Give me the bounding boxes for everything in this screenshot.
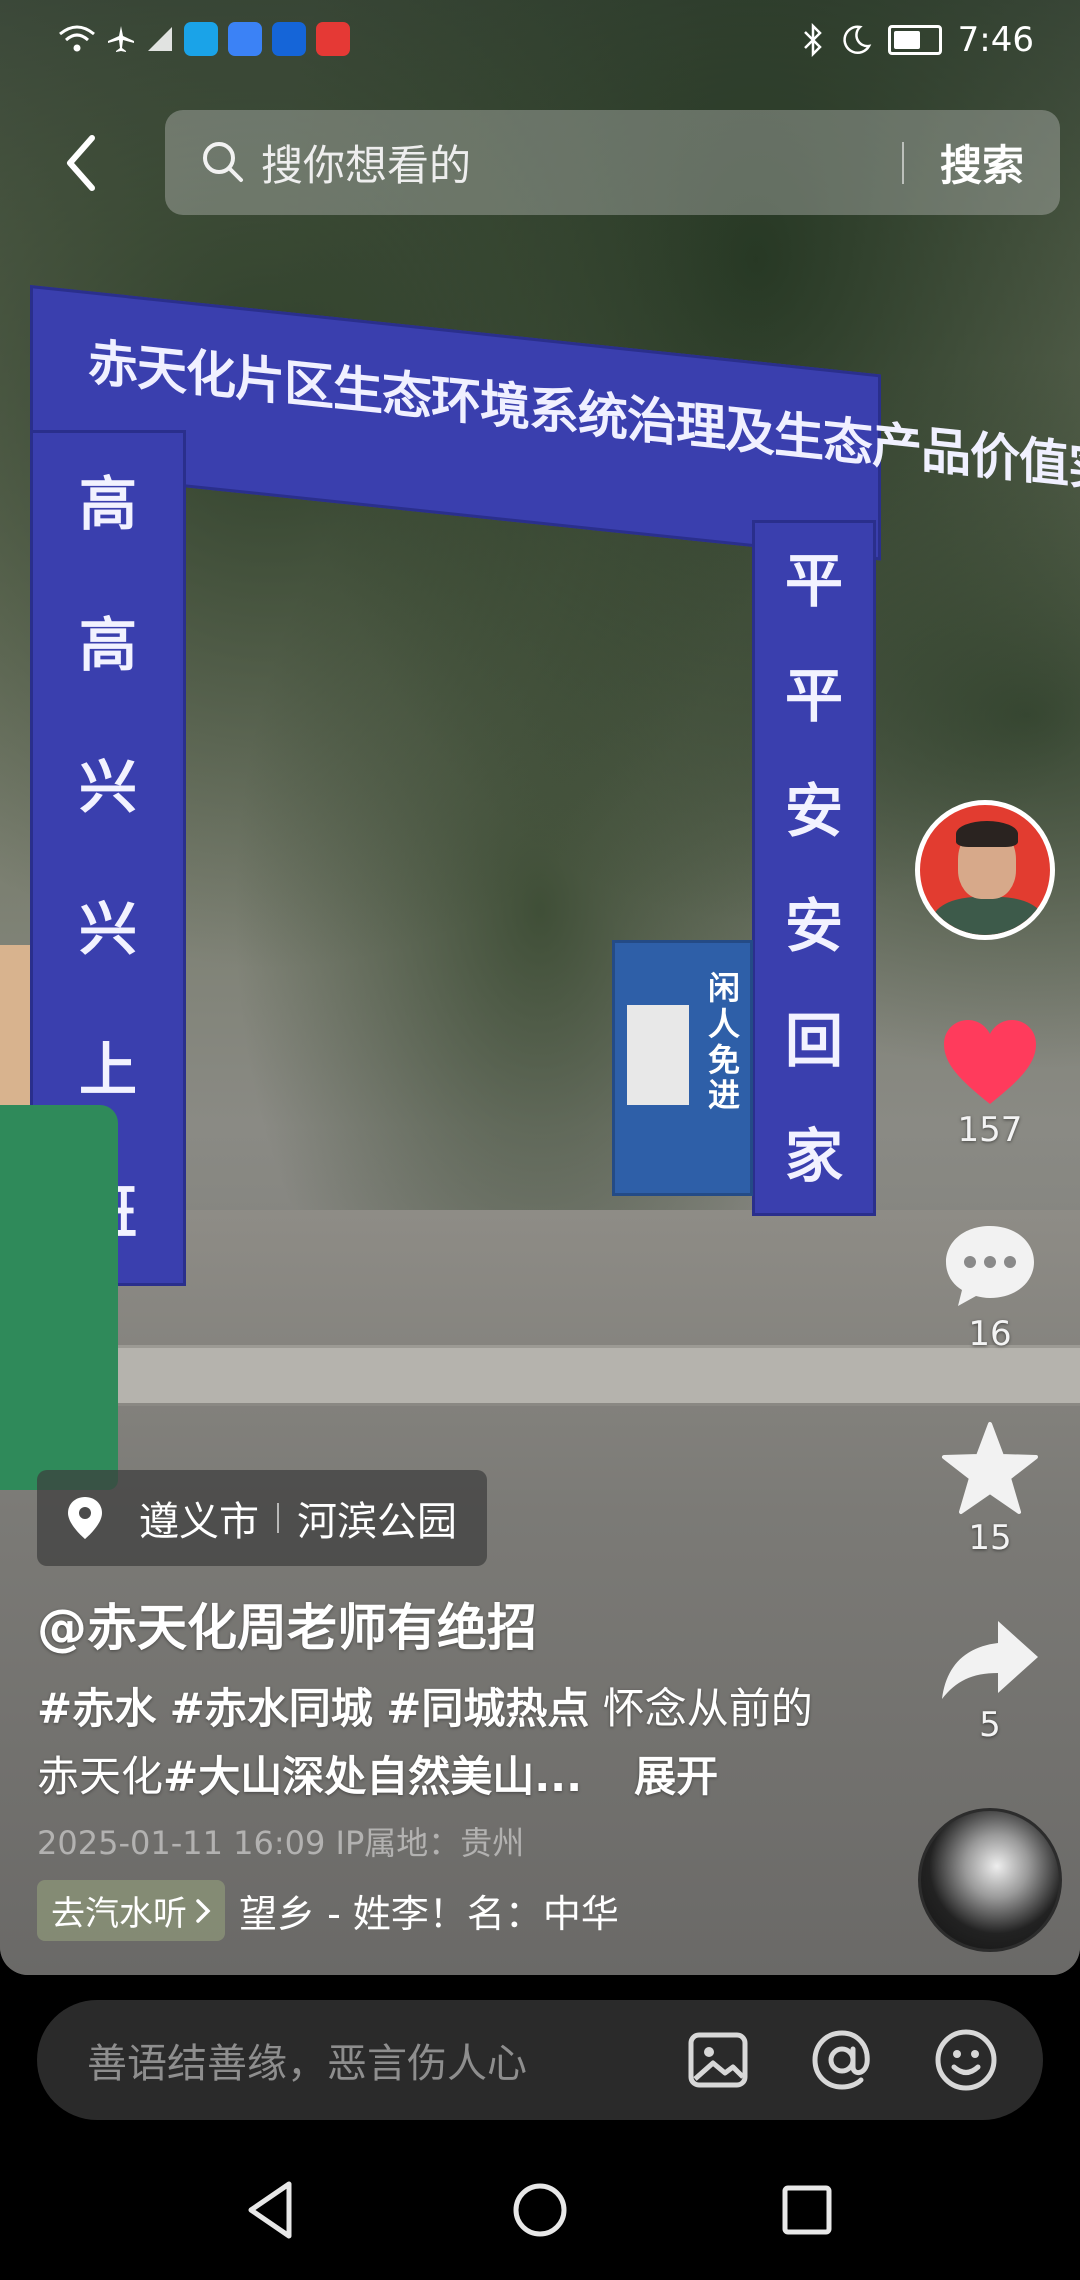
signal-icon bbox=[148, 27, 172, 51]
avatar-body bbox=[932, 897, 1044, 935]
battery-icon bbox=[887, 25, 942, 55]
search-bar[interactable]: 搜你想看的 搜索 bbox=[165, 110, 1060, 215]
left-pillar-char: 兴 bbox=[78, 894, 137, 963]
status-right: 7:46 bbox=[802, 20, 1034, 60]
image-icon[interactable] bbox=[681, 2023, 755, 2097]
nav-back-icon[interactable] bbox=[233, 2170, 313, 2250]
music-row: 去汽水听 望乡 - 姓李！名：中华 bbox=[37, 1880, 619, 1941]
system-nav bbox=[0, 2160, 1080, 2260]
app-icon-blue bbox=[184, 22, 218, 56]
song-title[interactable]: 望乡 - 姓李！名：中华 bbox=[239, 1883, 619, 1938]
author-name[interactable]: @赤天化周老师有绝招 bbox=[37, 1588, 537, 1660]
left-pillar-char: 高 bbox=[78, 611, 137, 680]
location-place: 河滨公园 bbox=[297, 1499, 457, 1545]
status-time: 7:46 bbox=[957, 20, 1034, 60]
app-icon-red bbox=[316, 22, 350, 56]
at-mention-icon[interactable] bbox=[805, 2023, 879, 2097]
location-separator bbox=[277, 1503, 279, 1533]
comment-count: 16 bbox=[968, 1314, 1012, 1354]
like-count: 157 bbox=[957, 1110, 1023, 1150]
status-left bbox=[58, 22, 350, 56]
location-tag[interactable]: 遵义市 河滨公园 bbox=[37, 1470, 487, 1566]
green-bin bbox=[0, 1105, 118, 1490]
hashtag[interactable]: #赤水同城 bbox=[170, 1684, 373, 1733]
app-icon-c bbox=[272, 22, 306, 56]
top-bar: 搜你想看的 搜索 bbox=[0, 110, 1080, 220]
bluetooth-icon bbox=[803, 23, 822, 57]
qishui-label: 去汽水听 bbox=[51, 1894, 187, 1934]
like-button[interactable]: 157 bbox=[915, 1018, 1065, 1150]
post-description: #赤水 #赤水同城 #同城热点 怀念从前的赤天化#大山深处自然美山... 展开 bbox=[37, 1675, 837, 1811]
left-pillar-char: 兴 bbox=[78, 753, 137, 822]
favorite-count: 15 bbox=[968, 1518, 1012, 1558]
notice-paper bbox=[627, 1005, 689, 1105]
favorite-button[interactable]: 15 bbox=[915, 1420, 1065, 1558]
app-icon-cloud bbox=[228, 22, 262, 56]
nav-home-icon[interactable] bbox=[500, 2170, 580, 2250]
hashtag[interactable]: #大山深处自然美山... bbox=[163, 1752, 582, 1801]
right-pillar-char: 家 bbox=[784, 1121, 843, 1190]
comment-input[interactable]: 善语结善缘，恶言伤人心 bbox=[37, 2000, 1043, 2120]
search-icon bbox=[203, 141, 243, 182]
right-pillar: 平 平 安 安 回 家 bbox=[752, 520, 876, 1216]
location-city: 遵义市 bbox=[139, 1499, 259, 1545]
bottom-bar: 善语结善缘，恶言伤人心 bbox=[0, 1975, 1080, 2280]
post-meta: 2025-01-11 16:09 IP属地：贵州 bbox=[37, 1824, 525, 1862]
share-button[interactable]: 5 bbox=[915, 1615, 1065, 1745]
search-placeholder[interactable]: 搜你想看的 bbox=[261, 132, 902, 193]
avatar-hair bbox=[956, 821, 1018, 847]
airplane-icon bbox=[108, 26, 134, 52]
moon-icon bbox=[842, 25, 871, 55]
right-pillar-char: 平 bbox=[784, 546, 843, 615]
hashtag[interactable]: #同城热点 bbox=[386, 1684, 589, 1733]
expand-button[interactable]: 展开 bbox=[634, 1752, 718, 1801]
status-bar: 7:46 bbox=[0, 0, 1080, 90]
hashtag[interactable]: #赤水 bbox=[37, 1684, 156, 1733]
wifi-icon bbox=[59, 25, 95, 52]
nav-recents-icon[interactable] bbox=[767, 2170, 847, 2250]
left-pillar-char: 上 bbox=[78, 1036, 137, 1105]
right-pillar-char: 安 bbox=[784, 891, 843, 960]
author-avatar[interactable] bbox=[915, 800, 1055, 940]
share-arrow-icon bbox=[942, 1621, 1038, 1699]
music-disc[interactable] bbox=[918, 1808, 1062, 1952]
location-pin-icon bbox=[68, 1497, 102, 1539]
comment-bubble-icon bbox=[946, 1226, 1034, 1306]
right-pillar-char: 平 bbox=[784, 661, 843, 730]
sign-board: 闲人免进 bbox=[612, 940, 753, 1196]
search-button[interactable]: 搜索 bbox=[904, 132, 1060, 193]
comment-button[interactable]: 16 bbox=[915, 1220, 1065, 1354]
back-arrow-icon[interactable] bbox=[52, 128, 112, 198]
right-pillar-char: 回 bbox=[784, 1006, 843, 1075]
right-pillar-char: 安 bbox=[784, 776, 843, 845]
star-icon bbox=[942, 1422, 1038, 1514]
share-count: 5 bbox=[979, 1705, 1001, 1745]
left-pillar-char: 高 bbox=[78, 469, 137, 538]
curb bbox=[110, 1345, 1080, 1406]
qishui-link[interactable]: 去汽水听 bbox=[37, 1880, 225, 1941]
heart-icon bbox=[944, 1020, 1036, 1104]
sign-board-text: 闲人免进 bbox=[708, 969, 741, 1115]
chevron-right-icon bbox=[196, 1898, 211, 1923]
emoji-icon[interactable] bbox=[929, 2023, 1003, 2097]
comment-placeholder[interactable]: 善语结善缘，恶言伤人心 bbox=[87, 2031, 681, 2089]
